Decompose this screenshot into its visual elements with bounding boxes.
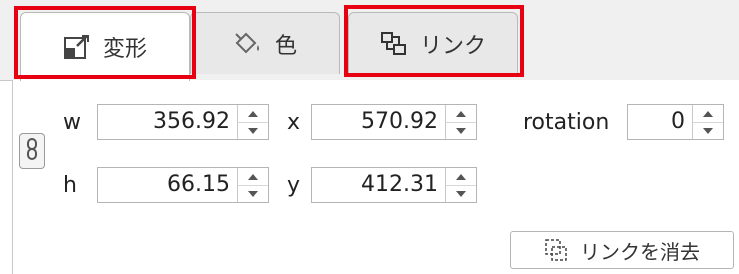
h-value[interactable]: 66.15 — [98, 168, 238, 202]
tab-transform-label: 変形 — [102, 37, 147, 62]
clear-link-button[interactable]: リンクを消去 — [510, 231, 734, 269]
x-increment-button[interactable] — [446, 105, 476, 123]
x-label: x — [287, 110, 301, 135]
y-label: y — [287, 173, 301, 198]
w-spin-arrows — [237, 105, 268, 139]
h-spinbox[interactable]: 66.15 — [97, 167, 269, 203]
h-decrement-button[interactable] — [238, 185, 268, 202]
rotation-spinbox[interactable]: 0 — [627, 104, 724, 140]
down-arrow-icon — [703, 127, 713, 134]
y-spin-arrows — [445, 168, 476, 202]
tab-link[interactable]: リンク — [348, 12, 518, 74]
down-arrow-icon — [456, 190, 466, 197]
down-arrow-icon — [248, 127, 258, 134]
up-arrow-icon — [248, 110, 258, 117]
x-spinbox[interactable]: 570.92 — [311, 104, 477, 140]
w-increment-button[interactable] — [238, 105, 268, 123]
up-arrow-icon — [456, 173, 466, 180]
x-decrement-button[interactable] — [446, 122, 476, 139]
tab-link-label: リンク — [419, 33, 486, 59]
y-spinbox[interactable]: 412.31 — [311, 167, 477, 203]
link-nodes-icon — [380, 31, 408, 57]
tab-strip: 変形 色 リンク — [0, 0, 739, 81]
up-arrow-icon — [703, 110, 713, 117]
chain-link-icon — [25, 138, 39, 164]
lock-aspect-button[interactable] — [19, 133, 45, 169]
up-arrow-icon — [456, 110, 466, 117]
tab-transform[interactable]: 変形 — [20, 12, 190, 81]
down-arrow-icon — [456, 127, 466, 134]
y-decrement-button[interactable] — [446, 185, 476, 202]
tab-color[interactable]: 色 — [190, 12, 340, 74]
y-increment-button[interactable] — [446, 168, 476, 186]
w-decrement-button[interactable] — [238, 122, 268, 139]
w-spinbox[interactable]: 356.92 — [97, 104, 269, 140]
x-value[interactable]: 570.92 — [312, 105, 446, 139]
dashed-link-icon — [544, 238, 568, 262]
h-label: h — [63, 173, 77, 198]
transform-icon — [63, 34, 91, 60]
transform-panel: w 356.92 h 66.15 x 570.92 y 412.31 rotat — [12, 80, 739, 274]
rotation-label: rotation — [523, 110, 610, 135]
rotation-increment-button[interactable] — [693, 105, 723, 123]
clear-link-label: リンクを消去 — [580, 239, 700, 264]
w-label: w — [63, 110, 81, 135]
h-spin-arrows — [237, 168, 268, 202]
w-value[interactable]: 356.92 — [98, 105, 238, 139]
tab-color-label: 色 — [274, 33, 297, 59]
h-increment-button[interactable] — [238, 168, 268, 186]
x-spin-arrows — [445, 105, 476, 139]
y-value[interactable]: 412.31 — [312, 168, 446, 202]
rotation-decrement-button[interactable] — [693, 122, 723, 139]
down-arrow-icon — [248, 190, 258, 197]
rotation-spin-arrows — [692, 105, 723, 139]
rotation-value[interactable]: 0 — [628, 105, 693, 139]
paint-bucket-icon — [233, 31, 263, 57]
up-arrow-icon — [248, 173, 258, 180]
